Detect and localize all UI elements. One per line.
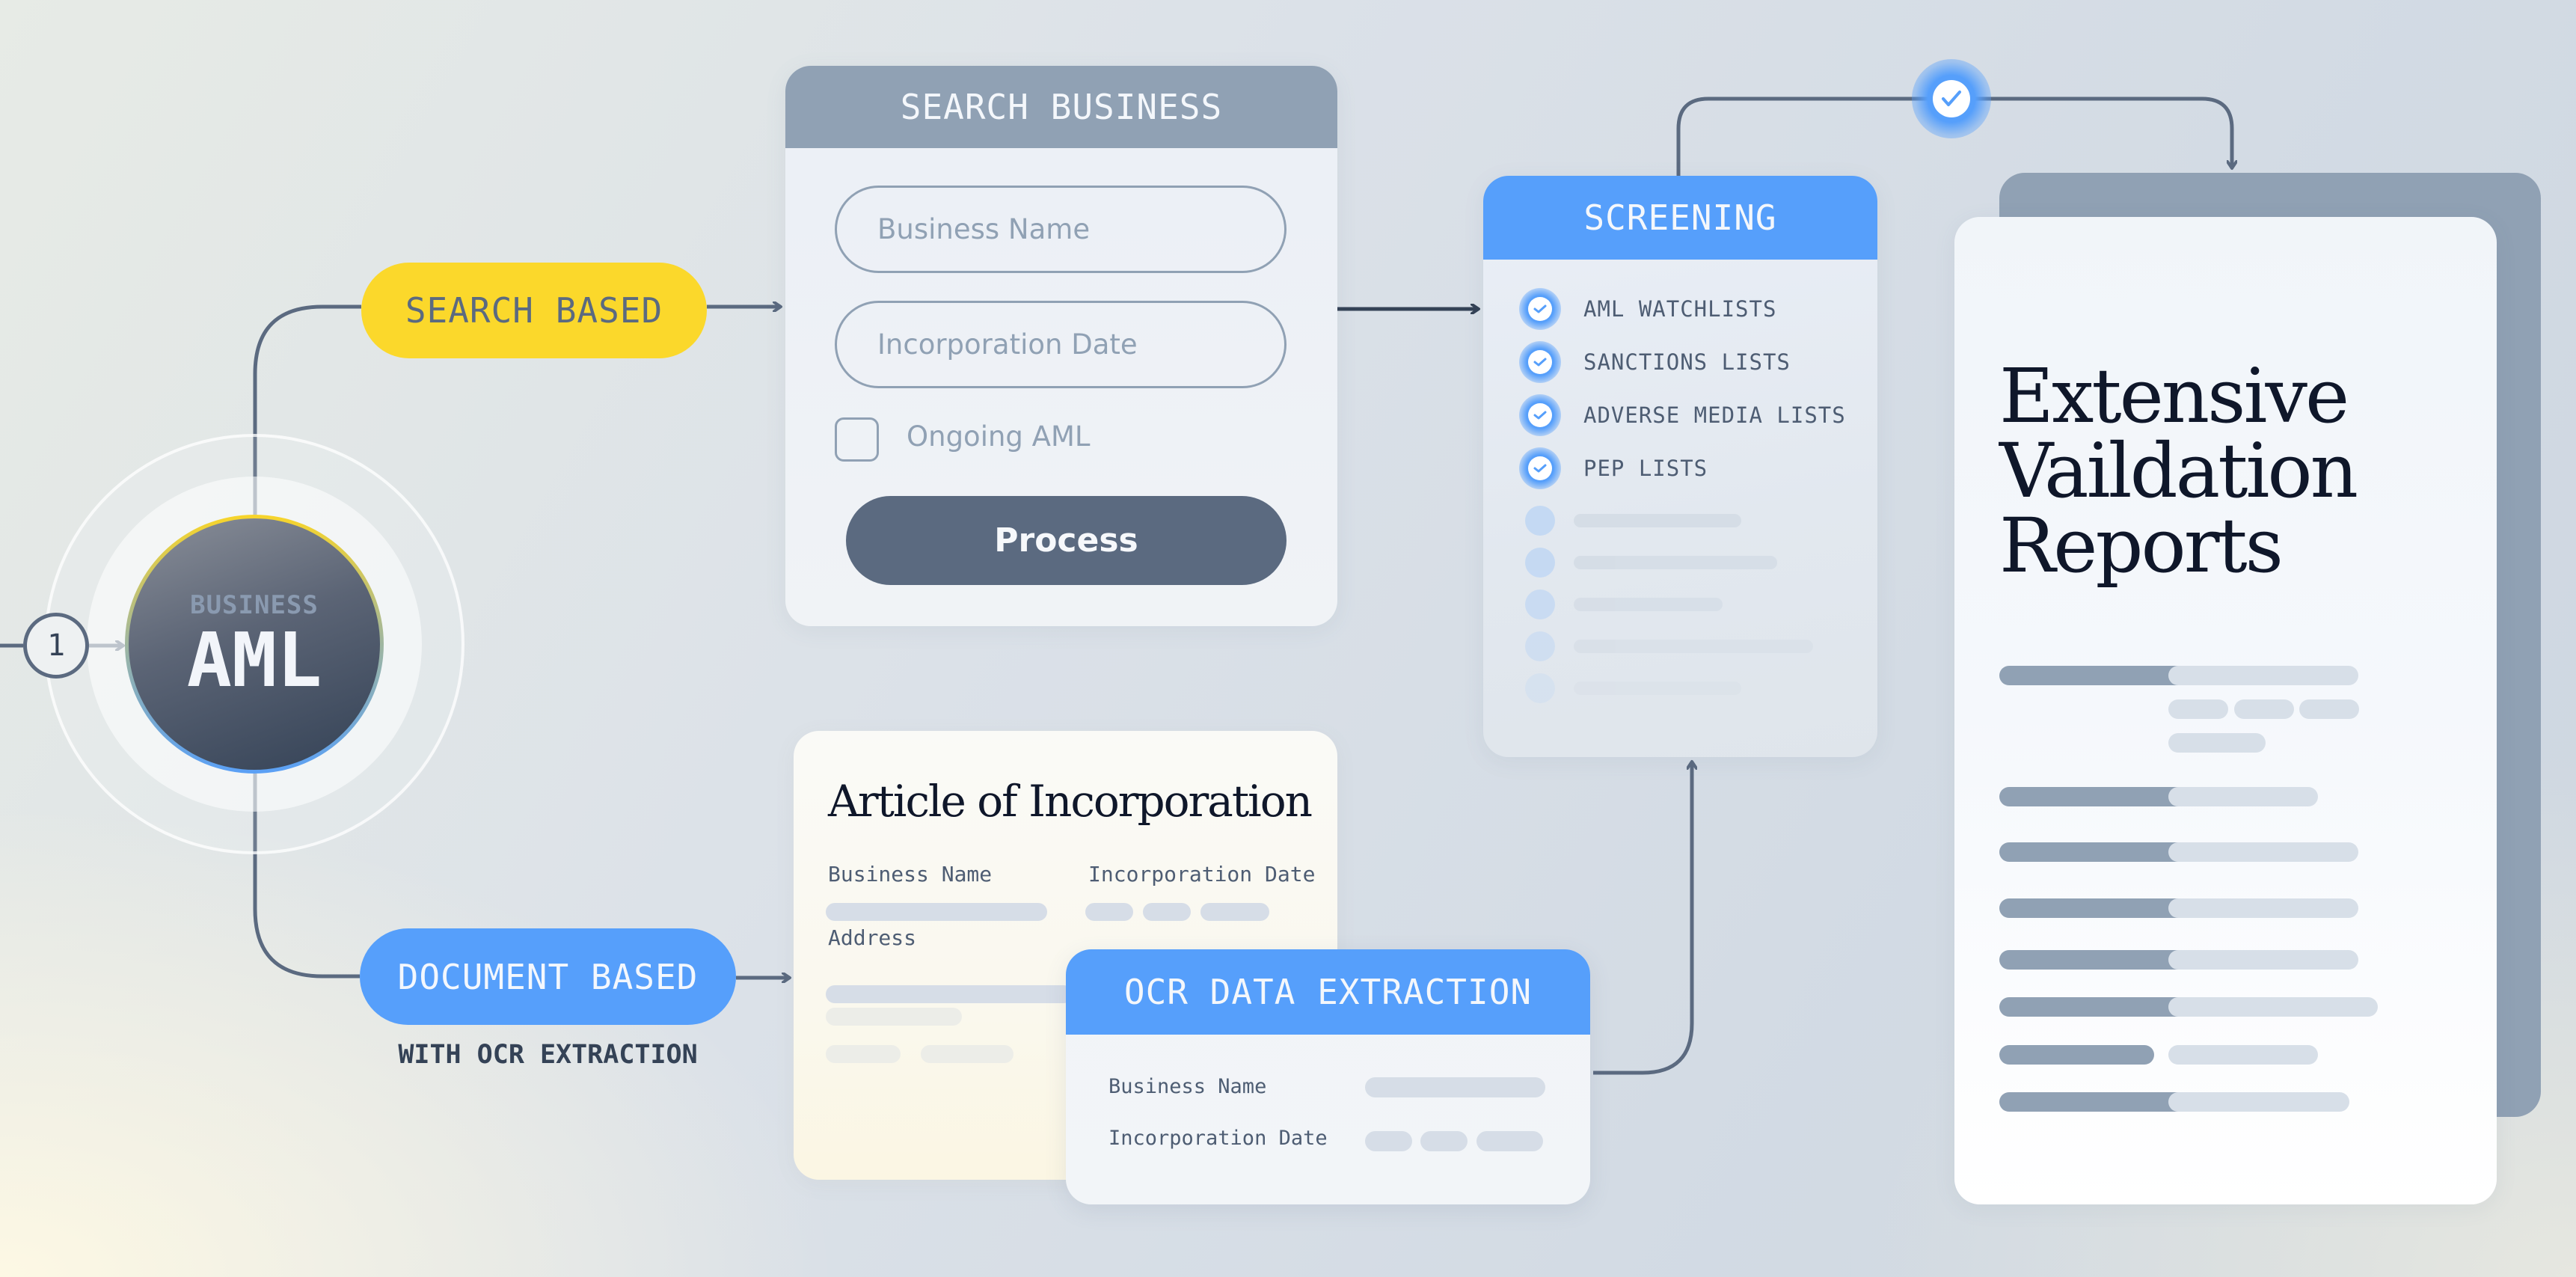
report-value-bar	[2168, 842, 2358, 862]
article-date-bar	[1143, 903, 1191, 921]
ocr-business-name-label: Business Name	[1108, 1075, 1267, 1098]
screening-item: SANCTIONS LISTS	[1519, 340, 1791, 385]
business-name-input[interactable]: Business Name	[835, 186, 1287, 273]
ocr-data-extraction-card: OCR DATA EXTRACTION Business Name Incorp…	[1066, 949, 1590, 1204]
report-value-bar	[2168, 666, 2358, 685]
screening-item-label: PEP LISTS	[1583, 456, 1708, 481]
validation-report-card: Extensive Vaildation Reports	[1954, 217, 2497, 1204]
article-address-label: Address	[828, 925, 917, 950]
screening-card: SCREENING AML WATCHLISTS SANCTIONS LISTS…	[1483, 176, 1877, 757]
incorporation-date-input[interactable]: Incorporation Date	[835, 301, 1287, 388]
report-value-bar	[2168, 950, 2358, 970]
report-value-bar	[2168, 699, 2228, 719]
screening-placeholder-row	[1525, 631, 1813, 661]
report-value-bar	[2168, 1045, 2318, 1065]
report-value-bar	[2168, 787, 2318, 806]
screening-item-label: AML WATCHLISTS	[1583, 296, 1777, 322]
check-circle-icon	[1519, 288, 1561, 330]
screening-item: ADVERSE MEDIA LISTS	[1519, 393, 1846, 438]
article-date-bar	[1085, 903, 1133, 921]
ocr-date-bar	[1476, 1131, 1543, 1151]
report-title: Extensive Vaildation Reports	[1999, 352, 2358, 589]
report-label-bar	[1999, 1045, 2154, 1065]
article-incorporation-date-label: Incorporation Date	[1088, 862, 1316, 886]
check-circle-icon	[1519, 341, 1561, 383]
article-faint-bar	[921, 1045, 1013, 1063]
report-value-bar	[2168, 733, 2266, 753]
report-label-bar	[1999, 997, 2197, 1017]
search-business-title: SEARCH BUSINESS	[785, 66, 1337, 148]
ocr-business-name-bar	[1365, 1077, 1545, 1097]
screening-placeholder-row	[1525, 506, 1741, 536]
report-value-bar	[2168, 898, 2358, 918]
check-circle-icon	[1519, 447, 1561, 489]
report-value-bar	[2299, 699, 2359, 719]
ocr-to-screening-arrow	[1593, 762, 1692, 1075]
screening-item: PEP LISTS	[1519, 446, 1708, 491]
step-number-badge: 1	[23, 613, 89, 679]
article-business-name-label: Business Name	[828, 862, 993, 886]
report-title-line: Vaildation	[1999, 427, 2358, 515]
search-based-pill[interactable]: SEARCH BASED	[361, 263, 707, 358]
screening-item: AML WATCHLISTS	[1519, 287, 1776, 331]
report-title-line: Reports	[1999, 502, 2284, 589]
report-value-bar	[2168, 1092, 2349, 1112]
ocr-date-bar	[1365, 1131, 1412, 1151]
document-based-pill[interactable]: DOCUMENT BASED	[360, 928, 736, 1025]
screening-item-label: ADVERSE MEDIA LISTS	[1583, 402, 1846, 428]
article-faint-bar	[826, 1045, 901, 1063]
check-circle-icon	[1519, 394, 1561, 436]
ocr-date-bar	[1420, 1131, 1468, 1151]
process-button[interactable]: Process	[846, 496, 1287, 585]
screening-placeholder-row	[1525, 673, 1741, 703]
aml-hub[interactable]: BUSINESS AML	[125, 515, 384, 774]
article-address-bar	[826, 985, 1073, 1003]
aml-hub-title: AML	[186, 616, 322, 704]
report-value-bar	[2234, 699, 2294, 719]
article-faint-bar	[826, 1008, 962, 1026]
report-label-bar	[1999, 950, 2197, 970]
aml-hub-core: BUSINESS AML	[129, 518, 380, 770]
screening-placeholder-row	[1525, 548, 1777, 578]
verified-check-icon	[1912, 59, 1991, 138]
ocr-incorporation-date-label: Incorporation Date	[1108, 1127, 1328, 1150]
ocr-title: OCR DATA EXTRACTION	[1066, 949, 1590, 1035]
aml-hub-subtitle: BUSINESS	[190, 590, 319, 620]
ongoing-aml-label: Ongoing AML	[907, 420, 1091, 453]
report-value-bar	[2168, 997, 2378, 1017]
screening-placeholder-row	[1525, 589, 1723, 619]
report-title-line: Extensive	[1999, 352, 2349, 440]
document-based-sublabel: WITH OCR EXTRACTION	[398, 1040, 698, 1070]
article-date-bar	[1200, 903, 1269, 921]
article-business-name-bar	[826, 903, 1047, 921]
screening-title: SCREENING	[1483, 176, 1877, 260]
screening-item-label: SANCTIONS LISTS	[1583, 349, 1791, 375]
search-business-card: SEARCH BUSINESS Business Name Incorporat…	[785, 66, 1337, 626]
article-title: Article of Incorporation	[828, 776, 1313, 827]
ongoing-aml-checkbox[interactable]	[835, 417, 879, 462]
